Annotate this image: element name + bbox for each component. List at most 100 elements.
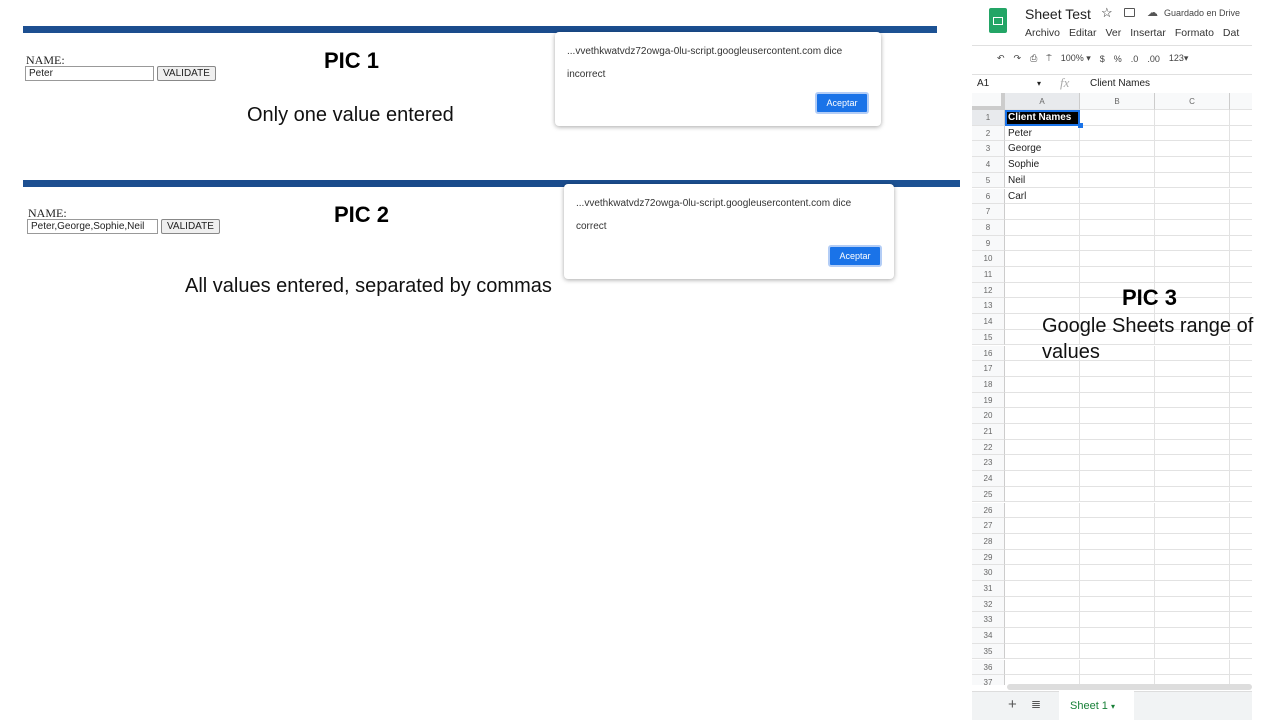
cell[interactable] xyxy=(1230,408,1252,424)
menu-item[interactable]: Formato xyxy=(1175,27,1214,39)
row-header[interactable]: 16 xyxy=(972,345,1005,362)
cell-a4[interactable]: Sophie xyxy=(1005,157,1080,173)
cell[interactable] xyxy=(1005,298,1080,315)
row-header[interactable]: 37 xyxy=(972,675,1005,685)
cell[interactable] xyxy=(1080,549,1155,566)
cell[interactable] xyxy=(1155,125,1230,142)
cell[interactable] xyxy=(1080,612,1155,629)
menu-item[interactable]: Ver xyxy=(1105,27,1121,39)
row-header[interactable]: 31 xyxy=(972,581,1005,597)
cell[interactable] xyxy=(1005,518,1080,534)
cell[interactable] xyxy=(1080,659,1155,676)
name-box[interactable]: A1 xyxy=(977,78,989,89)
cell[interactable] xyxy=(1155,455,1230,472)
fill-handle[interactable] xyxy=(1078,122,1083,128)
cell[interactable] xyxy=(1230,189,1252,205)
cell-a6[interactable]: Carl xyxy=(1005,188,1080,205)
cell[interactable] xyxy=(1155,659,1230,676)
cell[interactable] xyxy=(1230,424,1252,440)
cell[interactable] xyxy=(1005,408,1080,424)
cell[interactable] xyxy=(1155,204,1230,220)
row-header[interactable]: 26 xyxy=(972,502,1005,519)
row-header[interactable]: 3 xyxy=(972,141,1005,158)
cell[interactable] xyxy=(1230,534,1252,550)
column-header[interactable]: A xyxy=(1005,93,1080,110)
cell[interactable] xyxy=(1230,660,1252,676)
accept-button[interactable]: Aceptar xyxy=(828,245,882,267)
row-header[interactable]: 15 xyxy=(972,329,1005,346)
cell[interactable] xyxy=(1155,596,1230,613)
validate-button[interactable]: VALIDATE xyxy=(161,219,220,234)
cell[interactable] xyxy=(1080,188,1155,205)
row-header[interactable]: 32 xyxy=(972,596,1005,613)
cell[interactable] xyxy=(1005,659,1080,676)
menu-item[interactable]: Insertar xyxy=(1130,27,1166,39)
cell[interactable] xyxy=(1230,141,1252,158)
cell[interactable] xyxy=(1155,581,1230,597)
all-sheets-list-icon[interactable]: ≣ xyxy=(1031,697,1041,711)
cell[interactable] xyxy=(1155,188,1230,205)
cell-a3[interactable]: George xyxy=(1005,141,1080,158)
row-header[interactable]: 36 xyxy=(972,659,1005,676)
cell[interactable] xyxy=(1080,596,1155,613)
menu-item[interactable]: Dat xyxy=(1223,27,1239,39)
row-header[interactable]: 13 xyxy=(972,298,1005,315)
cell[interactable] xyxy=(1005,424,1080,440)
row-header[interactable]: 5 xyxy=(972,172,1005,189)
cell[interactable] xyxy=(1155,157,1230,173)
cell[interactable] xyxy=(1230,440,1252,456)
cell[interactable] xyxy=(1005,596,1080,613)
cell[interactable] xyxy=(1230,377,1252,393)
cell[interactable] xyxy=(1080,204,1155,220)
cell[interactable] xyxy=(1155,612,1230,629)
cell[interactable] xyxy=(1155,565,1230,581)
cell[interactable] xyxy=(1005,376,1080,393)
cell[interactable] xyxy=(1005,565,1080,581)
row-header[interactable]: 1 xyxy=(972,110,1005,126)
cell[interactable] xyxy=(1080,392,1155,409)
cell[interactable] xyxy=(1155,502,1230,519)
formula-input[interactable]: Client Names xyxy=(1090,78,1150,89)
row-header[interactable]: 34 xyxy=(972,628,1005,644)
cell[interactable] xyxy=(1080,565,1155,581)
cell[interactable] xyxy=(1080,267,1155,283)
cell[interactable] xyxy=(1155,439,1230,456)
cell[interactable] xyxy=(1080,518,1155,534)
row-header[interactable]: 7 xyxy=(972,204,1005,220)
cell[interactable] xyxy=(1155,376,1230,393)
cell[interactable] xyxy=(1080,471,1155,487)
cell[interactable] xyxy=(1155,533,1230,550)
cell[interactable] xyxy=(1005,533,1080,550)
percent-button[interactable]: % xyxy=(1114,54,1122,64)
cell[interactable] xyxy=(1230,581,1252,597)
more-formats-button[interactable]: 123▾ xyxy=(1169,53,1189,64)
cell-a5[interactable]: Neil xyxy=(1005,172,1080,189)
cell[interactable] xyxy=(1005,502,1080,519)
validate-button[interactable]: VALIDATE xyxy=(157,66,216,81)
cell[interactable] xyxy=(1155,643,1230,660)
cell[interactable] xyxy=(1080,110,1155,126)
row-header[interactable]: 24 xyxy=(972,471,1005,487)
row-header[interactable]: 17 xyxy=(972,361,1005,377)
cell[interactable] xyxy=(1230,283,1252,299)
cell[interactable] xyxy=(1005,612,1080,629)
cell[interactable] xyxy=(1155,235,1230,252)
column-header[interactable]: C xyxy=(1155,93,1230,110)
cell[interactable] xyxy=(1155,219,1230,236)
doc-title[interactable]: Sheet Test xyxy=(1025,6,1091,22)
cell[interactable] xyxy=(1005,204,1080,220)
horizontal-scrollbar[interactable] xyxy=(1007,684,1252,690)
cell[interactable] xyxy=(1230,471,1252,487)
row-header[interactable]: 9 xyxy=(972,235,1005,252)
cell[interactable] xyxy=(1005,267,1080,283)
cell[interactable] xyxy=(1005,628,1080,644)
paint-format-icon[interactable]: ⍑ xyxy=(1046,53,1051,64)
cell[interactable] xyxy=(1230,550,1252,566)
name-box-dropdown-icon[interactable]: ▾ xyxy=(1037,79,1041,88)
row-header[interactable]: 28 xyxy=(972,533,1005,550)
menu-item[interactable]: Archivo xyxy=(1025,27,1060,39)
cell[interactable] xyxy=(1080,533,1155,550)
cell[interactable] xyxy=(1230,157,1252,173)
cell[interactable] xyxy=(1230,503,1252,519)
row-header[interactable]: 8 xyxy=(972,219,1005,236)
